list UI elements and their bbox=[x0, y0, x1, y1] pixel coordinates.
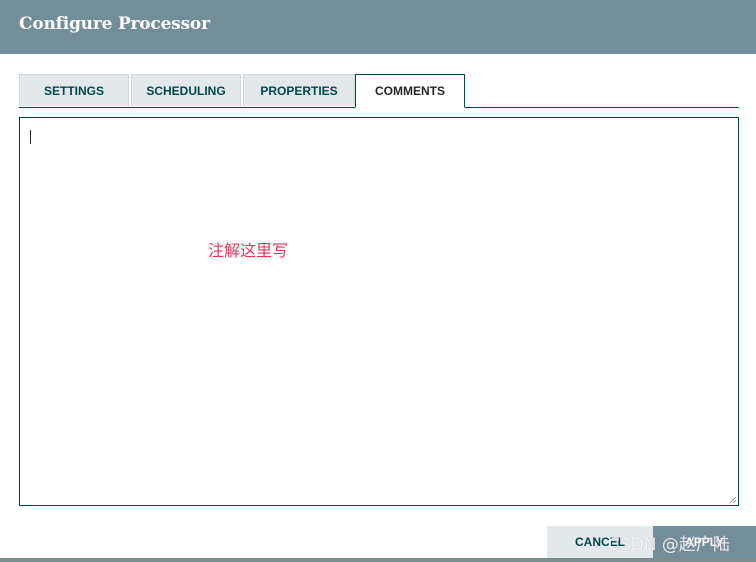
dialog-header: Configure Processor bbox=[0, 0, 756, 54]
dialog-title: Configure Processor bbox=[19, 14, 210, 34]
cancel-button[interactable]: CANCEL bbox=[547, 526, 653, 558]
comments-textarea[interactable]: 注解这里写 bbox=[19, 117, 739, 506]
apply-button[interactable]: APPLY bbox=[653, 526, 756, 558]
annotation-text: 注解这里写 bbox=[208, 241, 289, 260]
resize-handle-icon[interactable] bbox=[729, 496, 737, 504]
tab-settings[interactable]: SETTINGS bbox=[19, 74, 129, 106]
text-cursor bbox=[30, 130, 31, 144]
tab-bar: SETTINGS SCHEDULING PROPERTIES COMMENTS bbox=[19, 74, 739, 108]
tab-scheduling[interactable]: SCHEDULING bbox=[131, 74, 241, 106]
tab-comments[interactable]: COMMENTS bbox=[355, 74, 465, 108]
bottom-bar bbox=[0, 558, 756, 562]
tab-properties[interactable]: PROPERTIES bbox=[243, 74, 355, 106]
